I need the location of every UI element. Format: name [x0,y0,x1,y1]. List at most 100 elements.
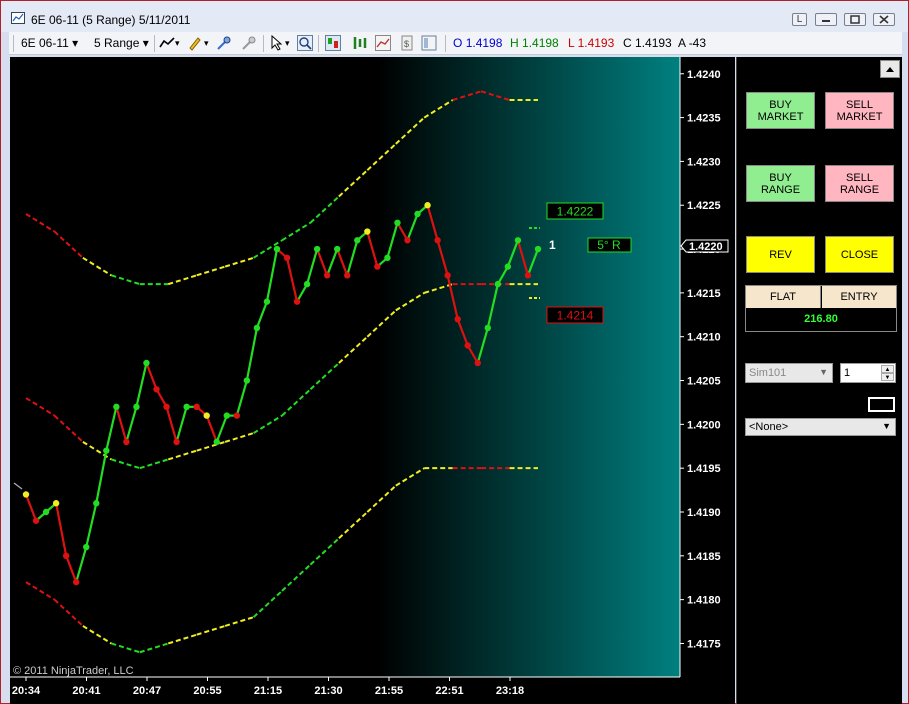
pencil-icon[interactable] [187,35,203,51]
pnl-display: 216.80 [746,308,896,331]
minimize-button[interactable] [815,13,837,26]
price-point [123,438,130,446]
period-selector[interactable]: 5 Range ▾ [94,36,149,50]
price-point [454,315,461,323]
chevron-down-icon[interactable]: ▾ [204,38,209,49]
zoom-icon[interactable] [297,35,313,51]
triangle-up-icon [886,67,894,72]
buy-range-button[interactable]: BUY RANGE [746,165,815,202]
time-axis-label: 22:51 [435,685,463,697]
price-axis-label: 1.4175 [687,638,721,650]
close-position-label: CLOSE [840,248,879,261]
remove-drawing-icon[interactable] [241,35,257,51]
restore-link-button[interactable]: L [792,13,807,26]
price-point [384,254,391,262]
close-position-button[interactable]: CLOSE [825,236,894,273]
quantity-up-icon[interactable]: ▲ [881,365,894,373]
price-point [334,245,341,253]
price-point [283,254,291,262]
quantity-down-icon[interactable]: ▼ [881,373,894,381]
buy-range-label: BUY RANGE [760,171,801,196]
copyright-text: © 2011 NinjaTrader, LLC [13,665,134,677]
price-axis-label: 1.4195 [687,463,721,475]
indicators-icon[interactable] [375,35,391,51]
properties-icon[interactable] [421,35,437,51]
period-label: 5 Range [94,36,140,50]
position-status: FLAT [746,286,821,308]
reverse-label: REV [769,248,792,261]
sell-market-label: SELL MARKET [836,98,883,123]
price-point [374,263,381,270]
chart-trader-icon[interactable] [325,35,341,51]
price-point [163,403,170,411]
trading-window: 6E 06-11 (5 Range) 5/11/2011 L 6E 06-11 … [0,0,909,704]
sell-market-button[interactable]: SELL MARKET [825,92,894,129]
time-axis-label: 20:34 [12,685,41,697]
chart-area[interactable]: 1.4240 1.4235 1.4230 1.4225 1.4220 1.4215 1.42… [10,57,735,704]
price-point [313,245,321,253]
price-point [22,491,30,498]
svg-text:$: $ [404,39,409,49]
price-point [72,578,80,586]
toolbar-separator [263,35,264,52]
draw-objects-icon[interactable] [216,35,232,51]
line-draw-icon[interactable] [159,35,175,51]
chevron-down-icon: ▼ [819,367,828,377]
price-axis-label: 1.4235 [687,113,721,125]
price-axis-label: 1.4190 [687,507,721,519]
current-price-label: 1.4220 [689,241,723,253]
price-chart[interactable]: 1.4240 1.4235 1.4230 1.4225 1.4220 1.4215 1.42… [10,57,735,704]
price-point [414,210,421,218]
cursor-arrow-icon[interactable] [269,35,285,51]
time-axis[interactable]: 20:34 20:41 20:47 20:55 21:15 21:30 21:55 22:51… [12,677,524,697]
chevron-down-icon: ▾ [142,36,149,50]
time-axis-label: 23:18 [496,685,524,697]
timer-label: 5° R [597,238,621,252]
quantity-stepper[interactable]: 1 ▲ ▼ [840,363,896,383]
chart-trader-panel: BUY MARKET SELL MARKET BUY RANGE SELL RA… [736,57,902,704]
open-price-display: O 1.4198 [453,36,503,50]
price-axis-label: 1.4185 [687,551,721,563]
quantity-value: 1 [844,367,851,379]
price-point [494,280,502,288]
account-select[interactable]: Sim101 ▼ [745,363,833,383]
price-point [183,403,190,411]
lower-target-label: 1.4214 [557,309,594,323]
price-point [394,219,401,226]
price-point [133,403,140,411]
price-point [354,237,361,244]
strategies-icon[interactable]: $ [399,35,415,51]
time-axis-label: 21:30 [314,685,342,697]
bars-style-icon[interactable] [352,35,368,51]
instrument-selector[interactable]: 6E 06-11 ▾ [21,36,78,50]
price-point [293,298,301,305]
close-window-button[interactable] [873,13,895,26]
tif-indicator[interactable] [868,397,895,412]
title-bar: 6E 06-11 (5 Range) 5/11/2011 L [1,1,908,32]
price-axis-label: 1.4180 [687,595,721,607]
price-axis-label: 1.4210 [687,332,721,344]
bar-counter-label: 1 [549,238,556,252]
buy-market-label: BUY MARKET [757,98,804,123]
price-point [32,517,40,524]
chevron-down-icon[interactable]: ▾ [285,38,290,49]
instrument-label: 6E 06-11 [21,36,69,50]
price-point [62,552,70,560]
reverse-button[interactable]: REV [746,236,815,273]
price-point [484,324,492,332]
time-axis-label: 20:55 [193,685,221,697]
maximize-button[interactable] [844,13,866,26]
strategy-select[interactable]: <None> ▼ [745,418,896,436]
chevron-down-icon[interactable]: ▾ [175,38,180,49]
entry-header: ENTRY [822,286,896,308]
price-axis[interactable]: 1.4240 1.4235 1.4230 1.4225 1.4220 1.4215 1.42… [680,69,721,651]
chart-window-icon [11,12,25,24]
sell-range-button[interactable]: SELL RANGE [825,165,894,202]
price-point [42,508,50,516]
price-point [514,237,522,244]
buy-market-button[interactable]: BUY MARKET [746,92,815,129]
chart-background [10,57,680,677]
price-point [263,298,271,305]
high-price-display: H 1.4198 [510,36,559,50]
panel-scroll-button[interactable] [880,60,900,78]
